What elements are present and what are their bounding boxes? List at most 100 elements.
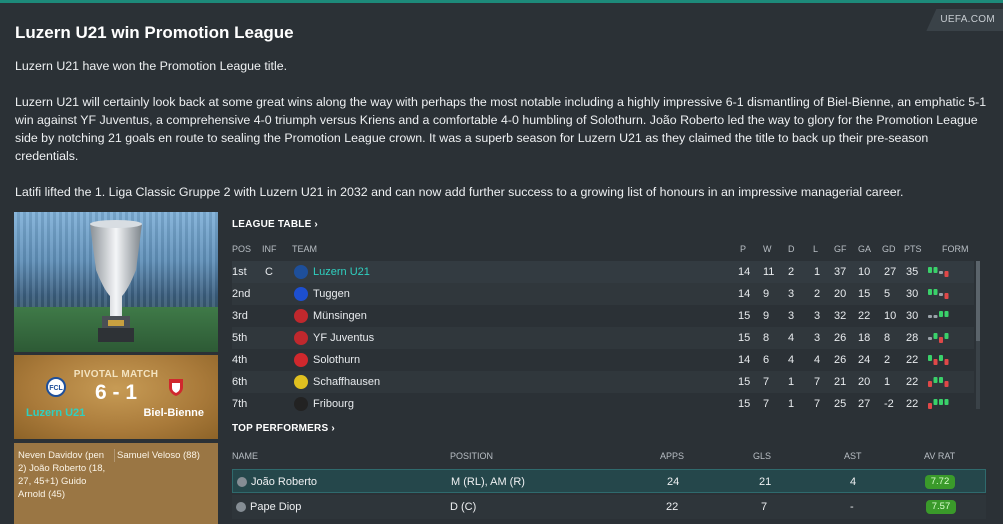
row-played: 14 <box>738 354 751 366</box>
col-gf[interactable]: GF <box>834 244 847 254</box>
performer-row[interactable]: Pape Diop D (C) 22 7 - 7.57 <box>232 495 986 519</box>
performer-assists: 4 <box>850 476 857 488</box>
home-team-name[interactable]: Luzern U21 <box>26 407 85 419</box>
row-played: 14 <box>738 266 751 278</box>
form-win-mark <box>944 311 949 317</box>
row-team[interactable]: YF Juventus <box>313 327 374 349</box>
row-drawn: 4 <box>788 332 795 344</box>
col-team[interactable]: TEAM <box>292 244 317 254</box>
col-ga[interactable]: GA <box>858 244 871 254</box>
form-guide-icon <box>928 267 949 277</box>
performer-rating: 7.72 <box>925 475 955 489</box>
col-w[interactable]: W <box>763 244 772 254</box>
col-apps[interactable]: APPS <box>660 451 684 461</box>
form-win-mark <box>944 399 949 405</box>
table-row[interactable]: 6th 15 7 1 7 21 20 1 22 Schaffhausen <box>232 371 974 393</box>
article-paragraph: Luzern U21 will certainly look back at s… <box>15 95 987 163</box>
row-goals-against: 18 <box>858 332 871 344</box>
col-form[interactable]: FORM <box>942 244 969 254</box>
top-performers-link[interactable]: TOP PERFORMERS › <box>232 423 335 434</box>
performer-name[interactable]: Pape Diop <box>250 495 301 519</box>
row-points: 28 <box>906 332 919 344</box>
form-win-mark <box>928 355 932 361</box>
club-crest-icon <box>294 353 308 367</box>
row-team[interactable]: Tuggen <box>313 283 350 305</box>
pivotal-match-card[interactable]: PIVOTAL MATCH FCL 6 - 1 Luzern U21 Biel-… <box>14 355 218 439</box>
row-lost: 3 <box>814 310 821 322</box>
row-points: 22 <box>906 398 919 410</box>
row-team[interactable]: Schaffhausen <box>313 371 380 393</box>
away-team-name[interactable]: Biel-Bienne <box>143 407 204 419</box>
form-win-mark <box>944 333 949 339</box>
row-goals-for: 26 <box>834 354 847 366</box>
club-crest-icon <box>294 287 308 301</box>
row-won: 7 <box>763 376 770 388</box>
form-loss-mark <box>928 381 932 387</box>
row-pos: 1st <box>232 266 247 278</box>
col-av-rat[interactable]: AV RAT <box>924 451 955 461</box>
form-guide-icon <box>928 311 949 318</box>
table-row[interactable]: 3rd 15 9 3 3 32 22 10 30 Münsingen <box>232 305 974 327</box>
row-goals-for: 32 <box>834 310 847 322</box>
row-drawn: 1 <box>788 398 795 410</box>
league-table-link[interactable]: LEAGUE TABLE › <box>232 219 318 230</box>
person-icon <box>236 502 246 512</box>
form-guide-icon <box>928 399 949 409</box>
row-points: 35 <box>906 266 919 278</box>
row-team[interactable]: Solothurn <box>313 349 360 371</box>
row-goal-diff: 1 <box>884 376 891 388</box>
league-table-scrollbar[interactable] <box>976 261 980 409</box>
table-row[interactable]: 7th 15 7 1 7 25 27 -2 22 Fribourg <box>232 393 974 415</box>
col-gls[interactable]: GLS <box>753 451 771 461</box>
col-name[interactable]: NAME <box>232 451 258 461</box>
row-drawn: 1 <box>788 376 795 388</box>
col-l[interactable]: L <box>813 244 818 254</box>
person-icon <box>237 477 247 487</box>
row-goal-diff: 27 <box>884 266 897 278</box>
col-inf[interactable]: INF <box>262 244 277 254</box>
row-points: 22 <box>906 354 919 366</box>
row-won: 8 <box>763 332 770 344</box>
row-team[interactable]: Münsingen <box>313 305 367 327</box>
form-win-mark <box>928 289 932 295</box>
form-win-mark <box>939 377 943 383</box>
col-gd[interactable]: GD <box>882 244 896 254</box>
club-crest-icon <box>294 375 308 389</box>
table-row[interactable]: 1st C 14 11 2 1 37 10 27 35 Luzern U21 <box>232 261 974 283</box>
performer-goals: 7 <box>761 501 768 513</box>
goal-scorers: Neven Davidov (pen 2) João Roberto (18, … <box>14 443 218 524</box>
form-win-mark <box>939 311 943 317</box>
form-draw-mark <box>939 293 943 296</box>
col-p[interactable]: P <box>740 244 746 254</box>
top-performers-header: NAME POSITION APPS GLS AST AV RAT <box>232 451 986 463</box>
row-goals-against: 24 <box>858 354 871 366</box>
row-drawn: 2 <box>788 266 795 278</box>
row-goal-diff: 5 <box>884 288 891 300</box>
row-inf: C <box>265 266 273 278</box>
source-tag: UEFA.COM <box>926 9 1003 31</box>
row-goals-against: 15 <box>858 288 871 300</box>
col-ast[interactable]: AST <box>844 451 862 461</box>
col-pos[interactable]: POS <box>232 244 251 254</box>
row-lost: 2 <box>814 288 821 300</box>
form-win-mark <box>933 377 938 383</box>
performer-name[interactable]: João Roberto <box>251 470 317 494</box>
row-drawn: 3 <box>788 288 795 300</box>
row-pos: 4th <box>232 354 248 366</box>
performer-position: D (C) <box>450 501 477 513</box>
table-row[interactable]: 2nd 14 9 3 2 20 15 5 30 Tuggen <box>232 283 974 305</box>
col-d[interactable]: D <box>788 244 795 254</box>
col-position[interactable]: POSITION <box>450 451 493 461</box>
performer-row[interactable]: João Roberto M (RL), AM (R) 24 21 4 7.72 <box>232 469 986 493</box>
row-team[interactable]: Fribourg <box>313 393 354 415</box>
table-row[interactable]: 4th 14 6 4 4 26 24 2 22 Solothurn <box>232 349 974 371</box>
row-points: 22 <box>906 376 919 388</box>
match-score: 6 - 1 <box>94 381 138 404</box>
row-points: 30 <box>906 310 919 322</box>
form-win-mark <box>928 267 932 273</box>
col-pts[interactable]: PTS <box>904 244 922 254</box>
row-team[interactable]: Luzern U21 <box>313 261 370 283</box>
form-loss-mark <box>944 381 949 387</box>
row-goal-diff: 8 <box>884 332 891 344</box>
table-row[interactable]: 5th 15 8 4 3 26 18 8 28 YF Juventus <box>232 327 974 349</box>
